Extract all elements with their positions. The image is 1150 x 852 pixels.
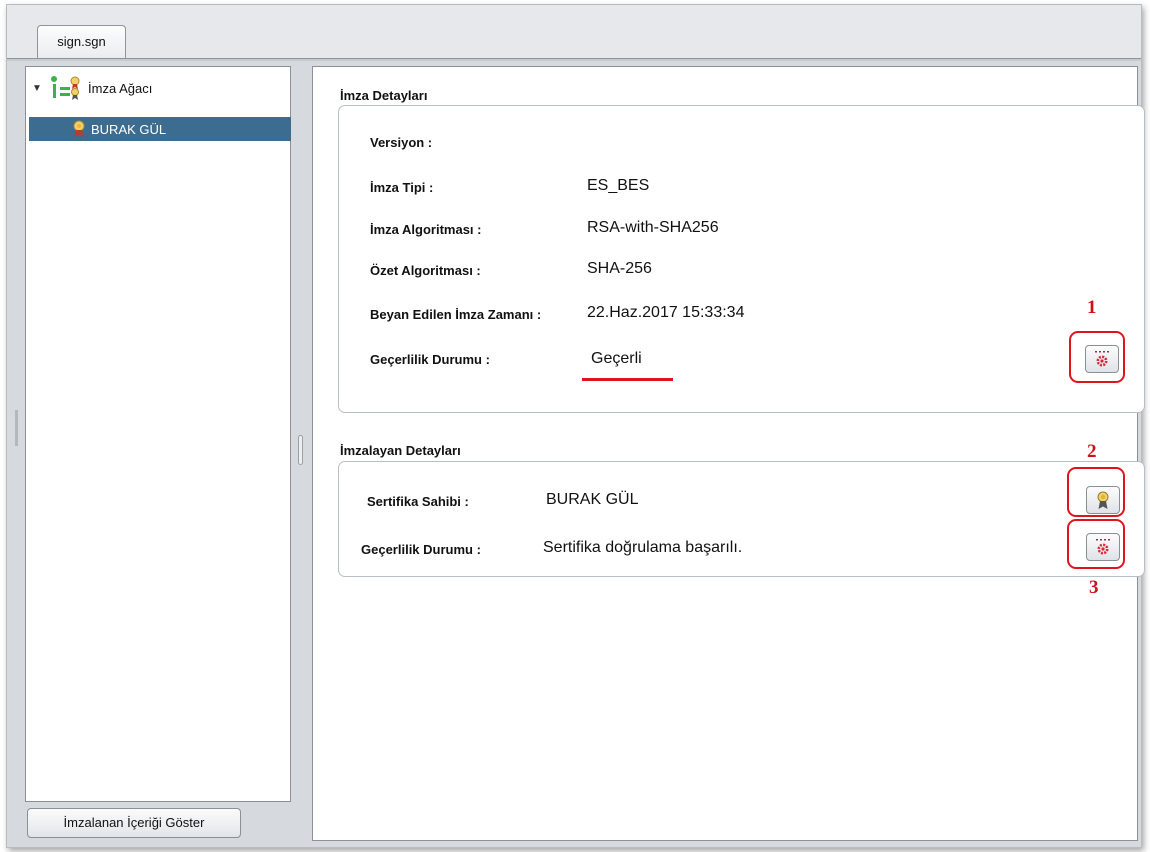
declared-signing-time-label: Beyan Edilen İmza Zamanı :: [370, 307, 542, 322]
annotation-ring-3: [1067, 519, 1125, 569]
show-signed-content-button[interactable]: İmzalanan İçeriği Göster: [27, 808, 241, 838]
tree-item-signer[interactable]: BURAK GÜL: [29, 117, 291, 141]
validity-underline-annotation: [582, 378, 673, 381]
tab-strip: sign.sgn: [7, 5, 1141, 61]
version-label: Versiyon :: [370, 135, 433, 150]
signature-type-value: ES_BES: [587, 177, 650, 194]
left-edge-grip: [15, 410, 18, 446]
tree-root-label: İmza Ağacı: [88, 80, 153, 96]
annotation-number-2: 2: [1087, 441, 1097, 462]
tab-sign-sgn[interactable]: sign.sgn: [37, 25, 126, 59]
signature-tree-pane: ▼ İmza Ağacı BURAK GÜL: [25, 66, 291, 802]
tree-item-signer-label: BURAK GÜL: [91, 121, 167, 137]
signature-algorithm-value: RSA-with-SHA256: [587, 219, 719, 236]
annotation-ring-1: [1069, 331, 1125, 383]
digest-algorithm-value: SHA-256: [587, 260, 652, 277]
signature-algorithm-label: İmza Algoritması :: [370, 222, 482, 237]
certificate-owner-label: Sertifika Sahibi :: [367, 494, 469, 509]
certificate-ribbon-icon: [73, 120, 85, 137]
tree-root-item[interactable]: ▼ İmza Ağacı: [30, 75, 285, 101]
tab-underline: [7, 58, 1141, 61]
signature-details-group: Versiyon : İmza Tipi : ES_BES İmza Algor…: [338, 105, 1145, 413]
signer-details-group: Sertifika Sahibi : BURAK GÜL Geçerlilik …: [338, 461, 1145, 577]
application-window: sign.sgn ▼ İmza Ağacı BURAK GÜL İmzalana…: [6, 4, 1145, 848]
annotation-number-3: 3: [1089, 577, 1099, 598]
certificate-validity-label: Geçerlilik Durumu :: [361, 542, 481, 557]
annotation-ring-2: [1067, 467, 1125, 517]
signature-type-label: İmza Tipi :: [370, 180, 434, 195]
certificate-owner-value: BURAK GÜL: [546, 491, 639, 508]
validity-status-value: Geçerli: [591, 350, 642, 367]
digest-algorithm-label: Özet Algoritması :: [370, 263, 481, 278]
tree-expand-toggle[interactable]: ▼: [30, 83, 44, 94]
signature-tree-icon: [51, 76, 80, 100]
validity-status-label: Geçerlilik Durumu :: [370, 352, 490, 367]
details-pane: İmza Detayları Versiyon : İmza Tipi : ES…: [312, 66, 1145, 841]
signature-details-title: İmza Detayları: [340, 88, 428, 103]
annotation-number-1: 1: [1087, 297, 1097, 318]
certificate-validity-value: Sertifika doğrulama başarılı.: [543, 539, 743, 556]
signer-details-title: İmzalayan Detayları: [340, 443, 461, 458]
splitter-grip[interactable]: [298, 435, 303, 465]
declared-signing-time-value: 22.Haz.2017 15:33:34: [587, 304, 745, 321]
